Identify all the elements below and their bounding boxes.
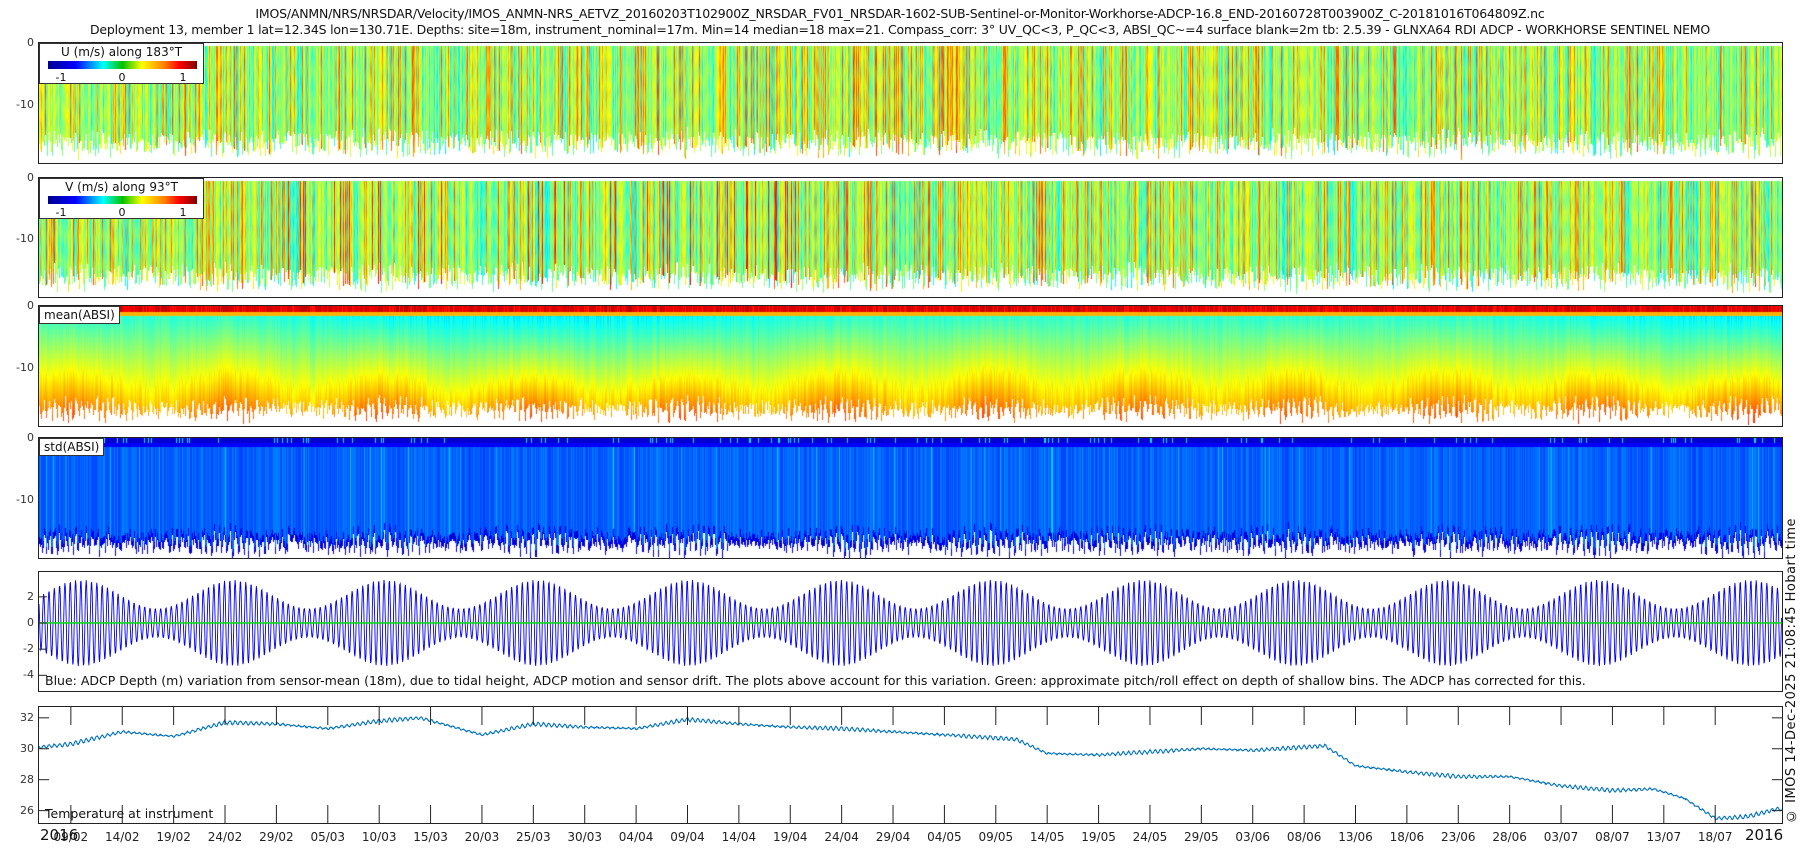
- v-colorbar: [48, 196, 197, 204]
- figure-title-line1: IMOS/ANMN/NRS/NRSDAR/Velocity/IMOS_ANMN-…: [255, 6, 1545, 21]
- x-tick-label: 18/07: [1697, 830, 1733, 844]
- y-tick-label: -10: [16, 492, 34, 506]
- mean-absi-label: mean(ABSI): [39, 306, 120, 324]
- x-tick-label: 13/07: [1646, 830, 1682, 844]
- temperature-line: [39, 716, 1782, 821]
- x-tick-label: 20/03: [464, 830, 500, 844]
- x-tick-label: 10/03: [361, 830, 397, 844]
- x-tick-label: 25/03: [516, 830, 551, 844]
- y-tick-label: 0: [27, 431, 34, 444]
- x-tick-label: 28/06: [1492, 830, 1527, 844]
- y-tick-label: 26: [20, 803, 34, 817]
- x-tick-label: 03/07: [1543, 830, 1579, 844]
- x-tick-label: 04/04: [618, 830, 654, 844]
- v-velocity-heatmap: [39, 178, 1782, 297]
- figure-title-line2: Deployment 13, member 1 lat=12.34S lon=1…: [89, 22, 1711, 37]
- temperature-panel: Temperature at instrument: [38, 706, 1783, 824]
- u-colorbar-legend: U (m/s) along 183°T -1 0 1: [39, 43, 204, 84]
- year-label-left: 2016: [40, 826, 79, 844]
- x-tick-label: 13/06: [1338, 830, 1373, 844]
- u-colorbar: [48, 61, 197, 69]
- y-tick-label: 32: [20, 710, 34, 724]
- colorbar-tick: -1: [55, 71, 67, 84]
- x-tick-label: 29/05: [1184, 830, 1219, 844]
- x-tick-label: 15/03: [413, 830, 448, 844]
- v-velocity-panel: V (m/s) along 93°T -1 0 1: [38, 177, 1783, 298]
- y-tick-label: 28: [20, 772, 34, 786]
- x-tick-label: 24/02: [207, 830, 243, 844]
- x-tick-label: 24/04: [824, 830, 859, 844]
- x-tick-label: 19/05: [1081, 830, 1116, 844]
- x-tick-label: 29/04: [875, 830, 911, 844]
- y-tick-label: -10: [16, 97, 34, 111]
- mean-absi-panel: mean(ABSI): [38, 305, 1783, 427]
- x-tick-label: 29/02: [259, 830, 294, 844]
- x-tick-label: 09/05: [978, 830, 1014, 844]
- y-tick-label: 30: [20, 741, 34, 755]
- v-colorbar-label: V (m/s) along 93°T: [65, 180, 178, 194]
- depth-caption: Blue: ADCP Depth (m) variation from sens…: [45, 673, 1586, 688]
- y-tick-label: 2: [27, 589, 34, 603]
- y-tick-label: 0: [27, 36, 34, 49]
- y-tick-label: 0: [27, 616, 34, 629]
- y-tick-label: 0: [27, 171, 34, 184]
- y-tick-label: -10: [16, 360, 34, 374]
- x-tick-label: 08/06: [1286, 830, 1322, 844]
- x-tick-label: 14/04: [721, 830, 757, 844]
- std-absi-panel: std(ABSI): [38, 437, 1783, 559]
- u-colorbar-label: U (m/s) along 183°T: [60, 45, 183, 59]
- x-tick-label: 19/02: [156, 830, 191, 844]
- x-tick-label: 03/06: [1235, 830, 1271, 844]
- mean-absi-heatmap: [39, 306, 1782, 426]
- colorbar-tick: 0: [118, 206, 126, 219]
- y-tick-label: -10: [16, 232, 34, 246]
- x-tick-label: 18/06: [1389, 830, 1425, 844]
- copyright-timestamp: © IMOS 14-Dec-2025 21:08:45 Hobart time: [1784, 518, 1799, 824]
- year-label-right: 2016: [1745, 826, 1784, 844]
- x-tick-label: 09/04: [670, 830, 705, 844]
- x-tick-label: 14/02: [104, 830, 140, 844]
- v-colorbar-legend: V (m/s) along 93°T -1 0 1: [39, 178, 204, 219]
- temperature-label: Temperature at instrument: [45, 806, 214, 821]
- x-tick-label: 08/07: [1595, 830, 1630, 844]
- colorbar-tick: 1: [179, 71, 187, 84]
- x-tick-label: 14/05: [1029, 830, 1065, 844]
- depth-variation-panel: Blue: ADCP Depth (m) variation from sens…: [38, 571, 1783, 692]
- u-velocity-heatmap: [39, 43, 1782, 163]
- x-tick-label: 19/04: [772, 830, 808, 844]
- x-tick-label: 05/03: [310, 830, 346, 844]
- y-tick-label: 0: [27, 299, 34, 312]
- colorbar-tick: 1: [179, 206, 187, 219]
- x-tick-label: 24/05: [1132, 830, 1168, 844]
- colorbar-tick: -1: [55, 206, 67, 219]
- colorbar-tick: 0: [118, 71, 126, 84]
- y-tick-label: -4: [23, 668, 34, 682]
- temperature-plot: [39, 707, 1782, 823]
- y-tick-label: -2: [23, 642, 34, 656]
- x-tick-label: 23/06: [1440, 830, 1476, 844]
- std-absi-label: std(ABSI): [39, 438, 105, 456]
- x-tick-label: 30/03: [567, 830, 602, 844]
- std-absi-heatmap: [39, 438, 1782, 558]
- x-tick-label: 04/05: [927, 830, 962, 844]
- u-velocity-panel: U (m/s) along 183°T -1 0 1: [38, 42, 1783, 164]
